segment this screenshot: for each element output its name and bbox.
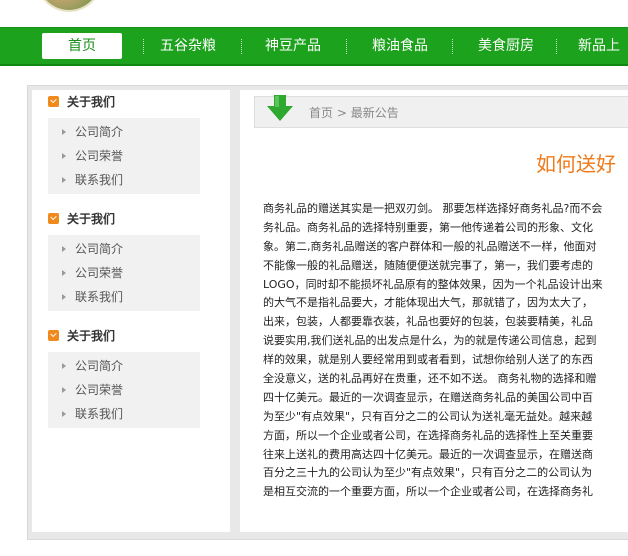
sidebar-item-company-honor[interactable]: 公司荣誉: [48, 144, 200, 168]
triangle-right-icon: [62, 411, 66, 417]
article-line: 全没意义，送的礼品再好在贵重，还不如不送。 商务礼物的选择和赠: [263, 372, 597, 386]
nav-separator: [346, 39, 348, 54]
triangle-right-icon: [62, 363, 66, 369]
article-line: 说要实用,我们送礼品的出发点是什么，为的就是传递公司信息，起到: [263, 334, 597, 348]
triangle-right-icon: [62, 177, 66, 183]
sidebar-item-company-intro[interactable]: 公司简介: [48, 354, 200, 378]
triangle-right-icon: [62, 387, 66, 393]
sidebar-item-company-intro[interactable]: 公司简介: [48, 120, 200, 144]
main-nav: 首页 五谷杂粮 神豆产品 粮油食品 美食厨房 新品上: [0, 27, 628, 66]
article-line: 百分之三十九的公司认为至少"有点效果"，只有百分之二的公司认为: [263, 466, 593, 480]
nav-item-grains[interactable]: 五谷杂粮: [150, 28, 226, 64]
section-list: 公司简介 公司荣誉 联系我们: [48, 235, 200, 311]
article-line: 商务礼品的赠送其实是一把双刃剑。 那要怎样选择好商务礼品?而不会: [263, 202, 603, 215]
sidebar-section: 关于我们 公司简介 公司荣誉 联系我们: [48, 208, 218, 311]
sidebar-item-contact-us[interactable]: 联系我们: [48, 402, 200, 426]
check-icon: [48, 330, 59, 341]
article-line: 四十亿美元。最近的一次调查显示，在赠送商务礼品的美国公司中百: [263, 390, 593, 404]
triangle-right-icon: [62, 294, 66, 300]
breadcrumb: 首页 > 最新公告: [309, 104, 399, 121]
nav-item-home[interactable]: 首页: [42, 33, 122, 59]
section-list: 公司简介 公司荣誉 联系我们: [48, 352, 200, 428]
check-icon: [48, 96, 59, 107]
article-line: 不能像一般的礼品赠送，随随便便送就完事了，第一，我们要考虑的: [263, 258, 593, 272]
nav-item-bean-products[interactable]: 神豆产品: [255, 28, 331, 64]
article-title: 如何送好: [536, 152, 616, 176]
nav-item-kitchen[interactable]: 美食厨房: [468, 28, 544, 64]
sidebar-section: 关于我们 公司简介 公司荣誉 联系我们: [48, 91, 218, 194]
article-line: 务礼品。商务礼品的选择特别重要，第一他传递着公司的形象、文化: [263, 220, 593, 234]
article-line: 的大气不是指礼品要大，才能体现出大气，那就错了，因为太大了，: [263, 296, 593, 310]
article-line: 是相互交流的一个重要方面，所以一个企业或者公司，在选择商务礼: [263, 485, 593, 499]
sidebar-item-contact-us[interactable]: 联系我们: [48, 168, 200, 192]
site-logo[interactable]: [38, 0, 100, 10]
sidebar: 关于我们 公司简介 公司荣誉 联系我们 关于我们 公司简介 公司荣誉 联系我们 …: [32, 90, 230, 532]
breadcrumb-current: 最新公告: [350, 106, 399, 120]
sidebar-section: 关于我们 公司简介 公司荣誉 联系我们: [48, 325, 218, 428]
nav-separator: [556, 39, 558, 54]
triangle-right-icon: [62, 129, 66, 135]
sidebar-item-contact-us[interactable]: 联系我们: [48, 285, 200, 309]
article-body: 商务礼品的赠送其实是一把双刃剑。 那要怎样选择好商务礼品?而不会 务礼品。商务礼…: [263, 200, 628, 520]
section-title: 关于我们: [67, 329, 116, 343]
nav-separator: [452, 39, 454, 54]
nav-separator: [143, 39, 145, 54]
triangle-right-icon: [62, 270, 66, 276]
article-line: 方面，所以一个企业或者公司，在选择商务礼品的选择性上至关重要: [263, 428, 593, 442]
sidebar-item-company-honor[interactable]: 公司荣誉: [48, 378, 200, 402]
sidebar-item-company-honor[interactable]: 公司荣誉: [48, 261, 200, 285]
sidebar-item-company-intro[interactable]: 公司简介: [48, 237, 200, 261]
nav-item-oil-food[interactable]: 粮油食品: [362, 28, 438, 64]
article-line: 象。第二,商务礼品赠送的客户群体和一般的礼品赠送不一样，他面对: [263, 239, 597, 253]
nav-separator: [241, 39, 243, 54]
article-line: 样的效果，就是别人要经常用到或者看到，试想你给别人送了的东西: [263, 353, 593, 367]
article-line: 出来，包装，人都要靠衣装，礼品也要好的包装，包装要精美，礼品: [263, 315, 593, 329]
section-title: 关于我们: [67, 212, 116, 226]
nav-item-new-products[interactable]: 新品上: [578, 28, 628, 64]
triangle-right-icon: [62, 246, 66, 252]
check-icon: [48, 213, 59, 224]
section-title: 关于我们: [67, 95, 116, 109]
article-line: 往来上送礼的费用高达四十亿美元。最近的一次调查显示，在赠送商: [263, 447, 593, 461]
breadcrumb-home[interactable]: 首页: [309, 106, 333, 120]
arrow-down-icon: [267, 95, 293, 121]
breadcrumb-separator: >: [336, 106, 347, 120]
triangle-right-icon: [62, 153, 66, 159]
article-line: 为至少"有点效果"，只有百分之二的公司认为送礼毫无益处。越来越: [263, 409, 593, 423]
article-line: LOGO，同时却不能损坏礼品原有的整体效果，因为一个礼品设计出来: [263, 277, 603, 291]
section-list: 公司简介 公司荣誉 联系我们: [48, 118, 200, 194]
